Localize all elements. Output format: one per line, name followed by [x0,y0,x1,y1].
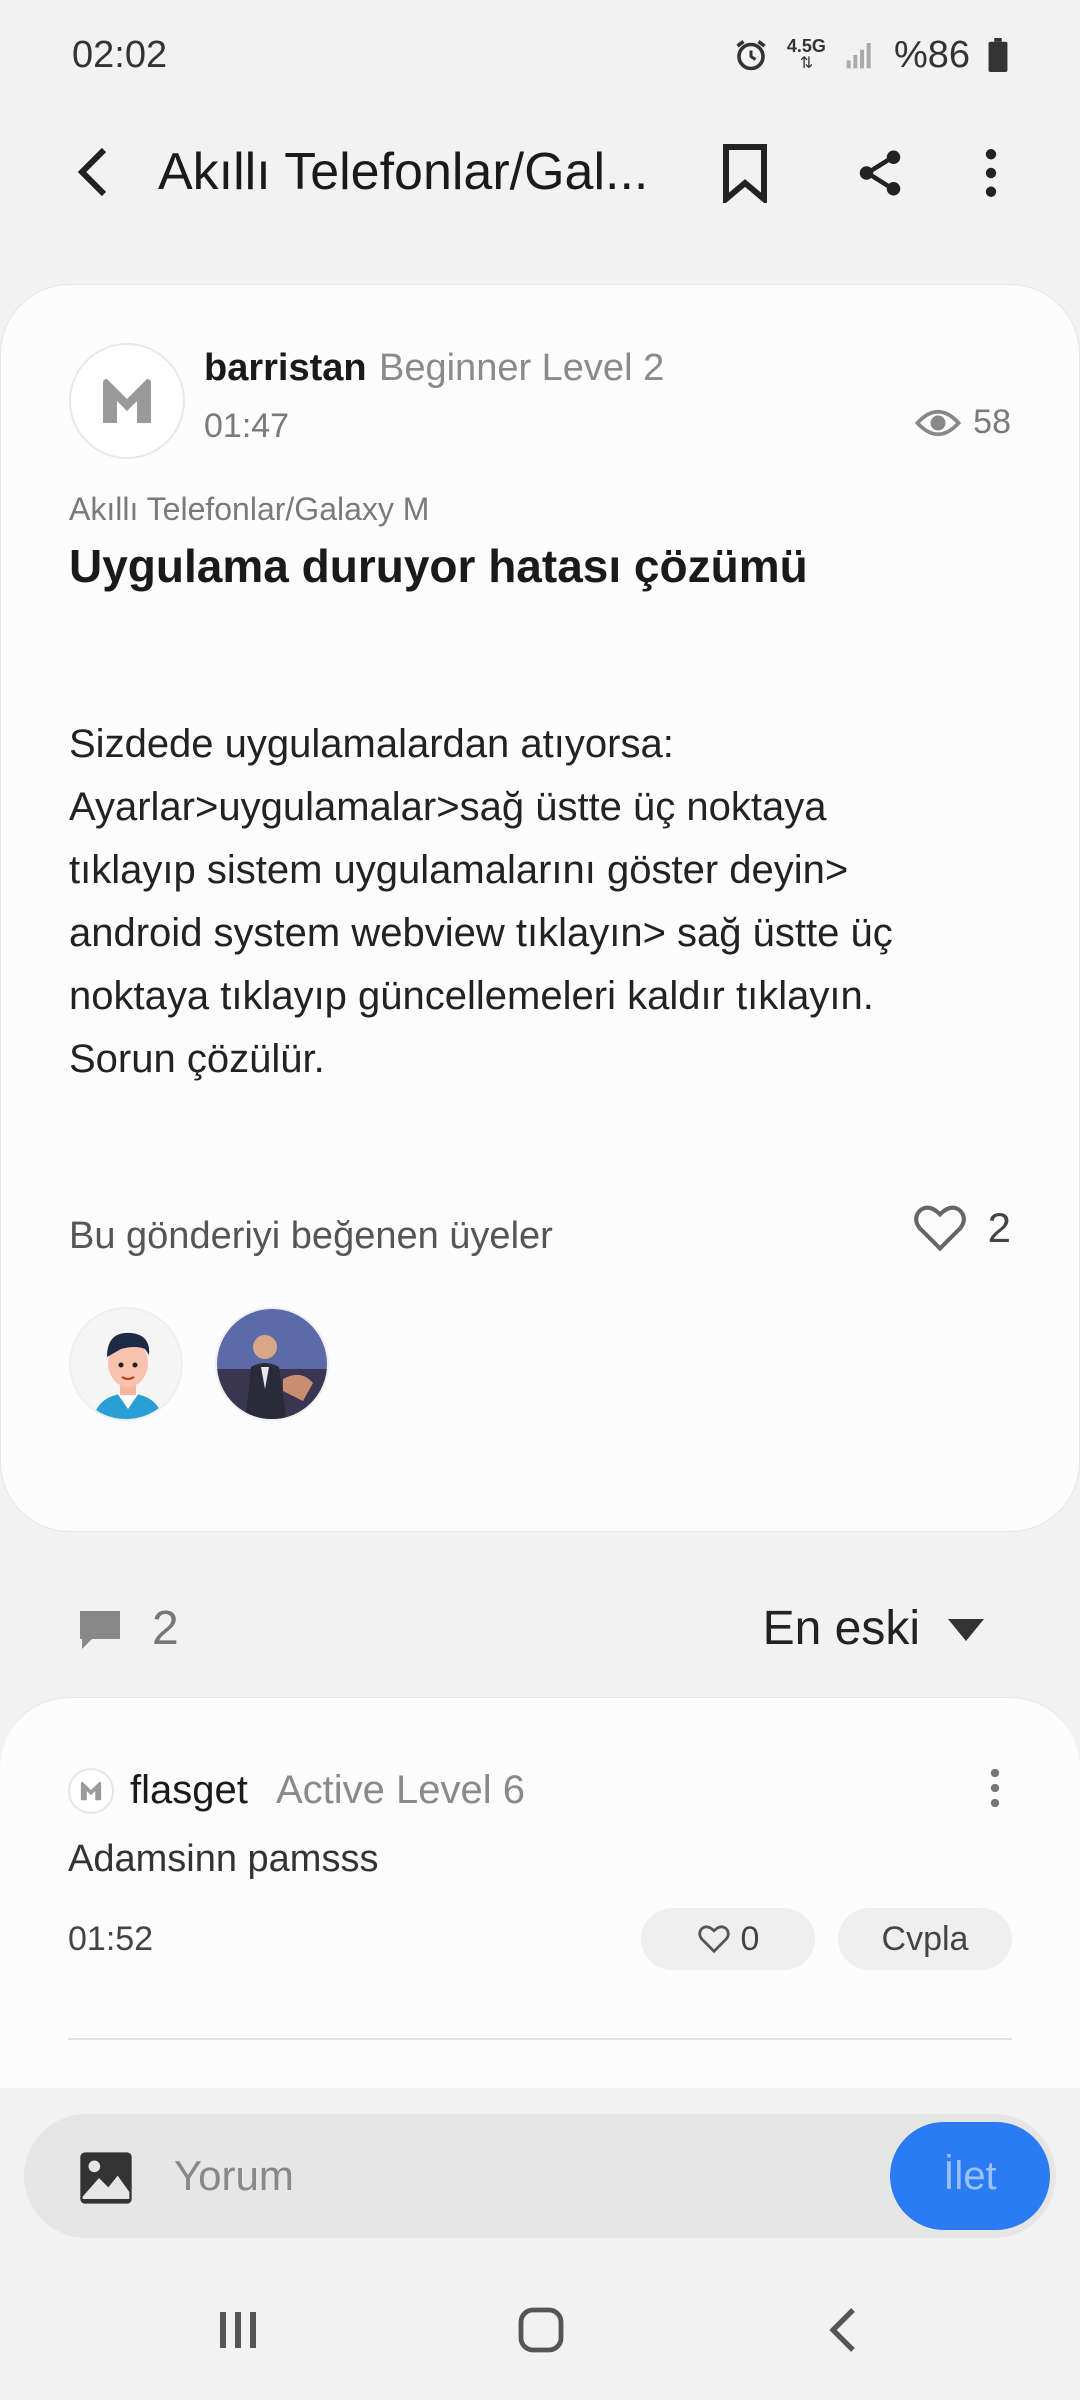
post-title: Uygulama duruyor hatası çözümü [69,540,808,592]
send-button[interactable]: İlet [890,2122,1050,2230]
comment-like-button[interactable]: 0 [641,1908,815,1970]
commenter-avatar[interactable] [68,1768,114,1814]
comment-input[interactable] [174,2138,874,2214]
signal-icon [844,39,876,71]
post-body-line: tıklayıp sistem uygulamalarını göster de… [69,848,849,892]
view-count-value: 58 [973,403,1011,441]
post-author[interactable]: barristan [204,347,367,390]
comment-item: flasget Active Level 6 Adamsinn pamsss 0… [0,1697,1080,2107]
comment-icon [76,1607,124,1658]
composer-pill: İlet [24,2114,1056,2238]
cartoon-man-avatar [71,1309,181,1419]
post-body-line: noktaya tıklayıp güncellemeleri kaldır t… [69,974,874,1018]
image-icon [80,2152,132,2204]
battery-percent: %86 [893,33,970,76]
status-bar: 02:02 4.5G ⇅ %86 [0,0,1080,110]
back-chevron-icon [829,2308,855,2352]
bookmark-icon [723,144,767,203]
alarm-icon [733,37,769,73]
sort-label: En eski [762,1602,920,1655]
sort-dropdown[interactable]: En eski [763,1601,920,1656]
recents-button[interactable] [198,2300,278,2360]
post-category[interactable]: Akıllı Telefonlar/Galaxy M [69,491,429,528]
post-body: Sizdede uygulamalardan atıyorsa: Ayarlar… [69,713,1029,1091]
home-button[interactable] [501,2300,581,2360]
post-time: 01:47 [204,407,290,445]
heart-icon [913,1205,966,1252]
likes-label: Bu gönderiyi beğenen üyeler [69,1215,553,1257]
home-icon [518,2307,564,2353]
status-time: 02:02 [72,33,168,76]
eye-icon [915,409,962,436]
comment-time: 01:52 [68,1920,154,1958]
heart-icon [697,1925,730,1954]
reply-label: Cvpla [881,1919,969,1958]
system-back-button[interactable] [802,2300,882,2360]
liker-avatar[interactable] [69,1307,183,1421]
system-nav-bar [0,2250,1080,2400]
divider [68,2038,1012,2040]
more-vertical-icon [985,149,997,197]
galaxy-m-logo-icon [103,379,151,423]
dropdown-arrow-icon[interactable] [948,1619,984,1646]
battery-icon [988,38,1008,72]
comment-author-level: Active Level 6 [276,1768,526,1812]
post-body-line: Sorun çözülür. [69,1037,325,1081]
app-bar: Akıllı Telefonlar/Gal... [0,110,1080,235]
liker-avatar[interactable] [215,1307,329,1421]
photo-person-avatar [217,1309,327,1419]
recents-icon [220,2312,256,2348]
like-button[interactable]: 2 [912,1203,1011,1253]
comment-more-button[interactable] [990,1768,1000,1813]
comment-reply-button[interactable]: Cvpla [838,1908,1012,1970]
comment-author[interactable]: flasget [130,1768,248,1813]
post-card: barristan Beginner Level 2 01:47 58 Akıl… [0,284,1080,1532]
share-button[interactable] [845,138,915,208]
comment-composer: İlet [0,2088,1080,2250]
back-button[interactable] [62,140,122,204]
share-icon [859,150,901,196]
comments-header: 2 En eski [0,1575,1080,1685]
comment-like-count: 0 [740,1919,760,1958]
status-icons: 4.5G ⇅ %86 [733,34,1008,77]
galaxy-m-logo-icon [80,1781,102,1801]
back-arrow-icon [77,147,107,197]
post-body-line: Sizdede uygulamalardan atıyorsa: [69,722,674,766]
post-body-line: android system webview tıklayın> sağ üst… [69,911,893,955]
like-count: 2 [987,1204,1011,1251]
comment-text: Adamsinn pamsss [68,1838,379,1880]
network-type-icon: 4.5G ⇅ [786,36,826,72]
post-body-line: Ayarlar>uygulamalar>sağ üstte üç noktaya [69,785,827,829]
comment-count: 2 [152,1602,179,1655]
more-options-button[interactable] [956,138,1026,208]
bookmark-button[interactable] [710,138,780,208]
attach-image-button[interactable] [78,2150,134,2211]
more-vertical-icon [990,1768,1000,1808]
post-author-level: Beginner Level 2 [379,347,665,389]
page-title: Akıllı Telefonlar/Gal... [158,143,649,201]
view-count: 58 [915,403,1011,442]
author-avatar[interactable] [69,343,185,459]
network-type-label: 4.5G [786,36,826,56]
